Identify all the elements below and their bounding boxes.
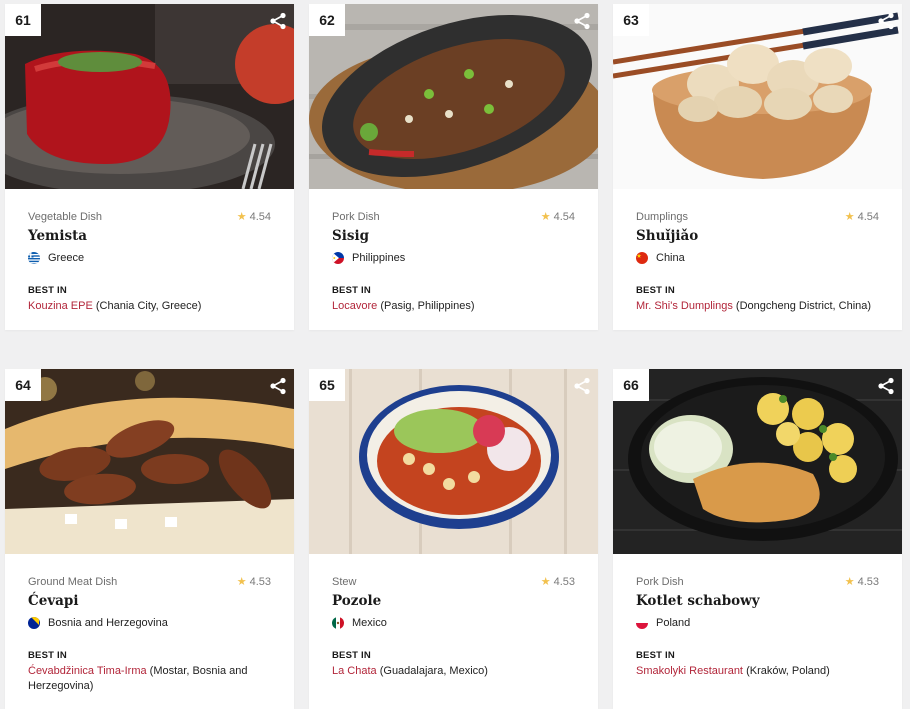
- country-name: Bosnia and Herzegovina: [48, 617, 168, 629]
- dish-grid: 61 Vegetable Dish ★ 4.54 Yemista Greece B…: [0, 0, 910, 709]
- best-in-venue: Locavore (Pasig, Philippines): [332, 299, 575, 314]
- country-name: Mexico: [352, 617, 387, 629]
- flag-icon: [636, 617, 648, 629]
- venue-location: (Chania City, Greece): [95, 300, 202, 312]
- flag-icon: [28, 617, 40, 629]
- rating-value: 4.53: [857, 576, 879, 588]
- rating: ★ 4.54: [541, 210, 575, 223]
- dish-card[interactable]: 62 Pork Dish ★ 4.54 Sisig Philippines BES…: [309, 4, 598, 330]
- country[interactable]: China: [636, 252, 879, 264]
- rating-value: 4.53: [249, 576, 271, 588]
- rank-badge: 64: [5, 369, 41, 401]
- rank-badge: 65: [309, 369, 345, 401]
- star-icon: ★: [236, 576, 247, 588]
- star-icon: ★: [540, 576, 551, 588]
- best-in-label: BEST IN: [332, 650, 371, 661]
- dish-category: Ground Meat Dish: [28, 576, 118, 588]
- country[interactable]: Greece: [28, 252, 271, 264]
- star-icon: ★: [236, 211, 247, 223]
- rank-badge: 62: [309, 4, 345, 36]
- venue-link[interactable]: La Chata: [332, 665, 377, 677]
- dish-photo[interactable]: 65: [309, 369, 598, 554]
- flag-icon: [636, 252, 648, 264]
- rating: ★ 4.54: [237, 210, 271, 223]
- best-in-venue: Smakolyki Restaurant (Kraków, Poland): [636, 664, 879, 679]
- share-icon[interactable]: [269, 12, 287, 30]
- rating-value: 4.53: [553, 576, 575, 588]
- best-in-label: BEST IN: [636, 285, 675, 296]
- rank-badge: 61: [5, 4, 41, 36]
- flag-icon: [332, 252, 344, 264]
- flag-icon: [332, 617, 344, 629]
- dish-photo[interactable]: 61: [5, 4, 294, 189]
- dish-card[interactable]: 61 Vegetable Dish ★ 4.54 Yemista Greece B…: [5, 4, 294, 330]
- rating: ★ 4.53: [541, 575, 575, 588]
- dish-name[interactable]: Yemista: [28, 228, 271, 244]
- best-in-label: BEST IN: [332, 285, 371, 296]
- venue-link[interactable]: Mr. Shi's Dumplings: [636, 300, 733, 312]
- dish-card[interactable]: 66 Pork Dish ★ 4.53 Kotlet schabowy Polan…: [613, 369, 902, 709]
- country-name: China: [656, 252, 685, 264]
- share-icon[interactable]: [877, 377, 895, 395]
- dish-name[interactable]: Pozole: [332, 593, 575, 609]
- country[interactable]: Bosnia and Herzegovina: [28, 617, 271, 629]
- dish-category: Pork Dish: [636, 576, 684, 588]
- star-icon: ★: [844, 576, 855, 588]
- rating-value: 4.54: [553, 211, 575, 223]
- country[interactable]: Mexico: [332, 617, 575, 629]
- rating: ★ 4.53: [845, 575, 879, 588]
- best-in-venue: Mr. Shi's Dumplings (Dongcheng District,…: [636, 299, 879, 314]
- venue-location: (Guadalajara, Mexico): [379, 665, 488, 677]
- share-icon[interactable]: [573, 377, 591, 395]
- share-icon[interactable]: [877, 12, 895, 30]
- best-in-label: BEST IN: [636, 650, 675, 661]
- rating-value: 4.54: [857, 211, 879, 223]
- country-name: Philippines: [352, 252, 406, 264]
- dish-card[interactable]: 63 Dumplings ★ 4.54 Shuǐjiǎo China BEST I…: [613, 4, 902, 330]
- dish-photo[interactable]: 63: [613, 4, 902, 189]
- best-in-venue: Ćevabdžinica Tima-Irma (Mostar, Bosnia a…: [28, 664, 271, 694]
- venue-link[interactable]: Locavore: [332, 300, 377, 312]
- country-name: Poland: [656, 617, 691, 629]
- rating: ★ 4.54: [845, 210, 879, 223]
- dish-name[interactable]: Sisig: [332, 228, 575, 244]
- dish-card[interactable]: 64 Ground Meat Dish ★ 4.53 Ćevapi Bosnia …: [5, 369, 294, 709]
- dish-name[interactable]: Kotlet schabowy: [636, 593, 879, 609]
- venue-link[interactable]: Smakolyki Restaurant: [636, 665, 743, 677]
- dish-photo[interactable]: 66: [613, 369, 902, 554]
- flag-icon: [28, 252, 40, 264]
- venue-link[interactable]: Ćevabdžinica Tima-Irma: [28, 665, 147, 677]
- dish-category: Vegetable Dish: [28, 211, 102, 223]
- country[interactable]: Philippines: [332, 252, 575, 264]
- dish-name[interactable]: Ćevapi: [28, 593, 271, 609]
- rating-value: 4.54: [249, 211, 271, 223]
- dish-category: Dumplings: [636, 211, 688, 223]
- dish-photo[interactable]: 64: [5, 369, 294, 554]
- dish-category: Pork Dish: [332, 211, 380, 223]
- venue-link[interactable]: Kouzina EPE: [28, 300, 93, 312]
- dish-name[interactable]: Shuǐjiǎo: [636, 228, 879, 244]
- dish-photo[interactable]: 62: [309, 4, 598, 189]
- share-icon[interactable]: [269, 377, 287, 395]
- venue-location: (Pasig, Philippines): [380, 300, 475, 312]
- best-in-label: BEST IN: [28, 650, 67, 661]
- rating: ★ 4.53: [237, 575, 271, 588]
- venue-location: (Dongcheng District, China): [735, 300, 872, 312]
- best-in-venue: Kouzina EPE (Chania City, Greece): [28, 299, 271, 314]
- star-icon: ★: [540, 211, 551, 223]
- dish-card[interactable]: 65 Stew ★ 4.53 Pozole Mexico BEST IN La C…: [309, 369, 598, 709]
- best-in-label: BEST IN: [28, 285, 67, 296]
- rank-badge: 66: [613, 369, 649, 401]
- star-icon: ★: [844, 211, 855, 223]
- best-in-venue: La Chata (Guadalajara, Mexico): [332, 664, 575, 679]
- venue-location: (Kraków, Poland): [746, 665, 830, 677]
- share-icon[interactable]: [573, 12, 591, 30]
- country-name: Greece: [48, 252, 85, 264]
- rank-badge: 63: [613, 4, 649, 36]
- dish-category: Stew: [332, 576, 357, 588]
- country[interactable]: Poland: [636, 617, 879, 629]
